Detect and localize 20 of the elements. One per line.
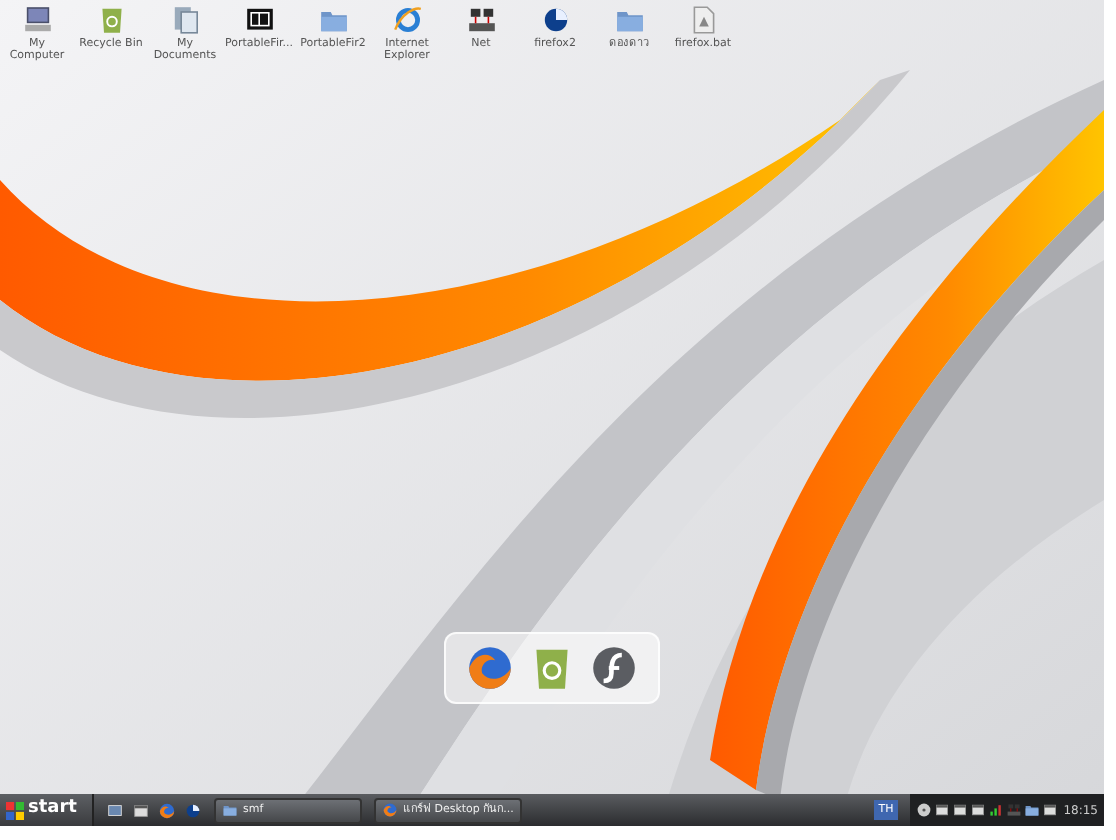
signal-icon[interactable] bbox=[987, 802, 1004, 818]
flash-icon[interactable] bbox=[588, 642, 641, 694]
window-icon[interactable] bbox=[132, 801, 151, 819]
folder-icon[interactable] bbox=[1023, 802, 1040, 818]
desktop-icon[interactable] bbox=[106, 801, 125, 819]
computer-icon[interactable] bbox=[21, 4, 53, 36]
folder-icon[interactable] bbox=[222, 802, 239, 818]
firefox-icon[interactable] bbox=[463, 642, 516, 694]
window-icon[interactable] bbox=[969, 802, 986, 818]
window-icon[interactable] bbox=[1041, 802, 1058, 818]
window-icon[interactable] bbox=[933, 802, 950, 818]
firefox-icon[interactable] bbox=[158, 801, 177, 819]
window-icon[interactable] bbox=[951, 802, 968, 818]
windows-flag-icon bbox=[6, 801, 24, 819]
firefox-icon[interactable] bbox=[382, 802, 399, 818]
disc-icon[interactable] bbox=[915, 802, 932, 818]
documents-icon[interactable] bbox=[169, 4, 201, 36]
browser-icon[interactable] bbox=[391, 4, 423, 36]
network-icon[interactable] bbox=[465, 4, 497, 36]
start-button[interactable]: start bbox=[0, 794, 95, 826]
